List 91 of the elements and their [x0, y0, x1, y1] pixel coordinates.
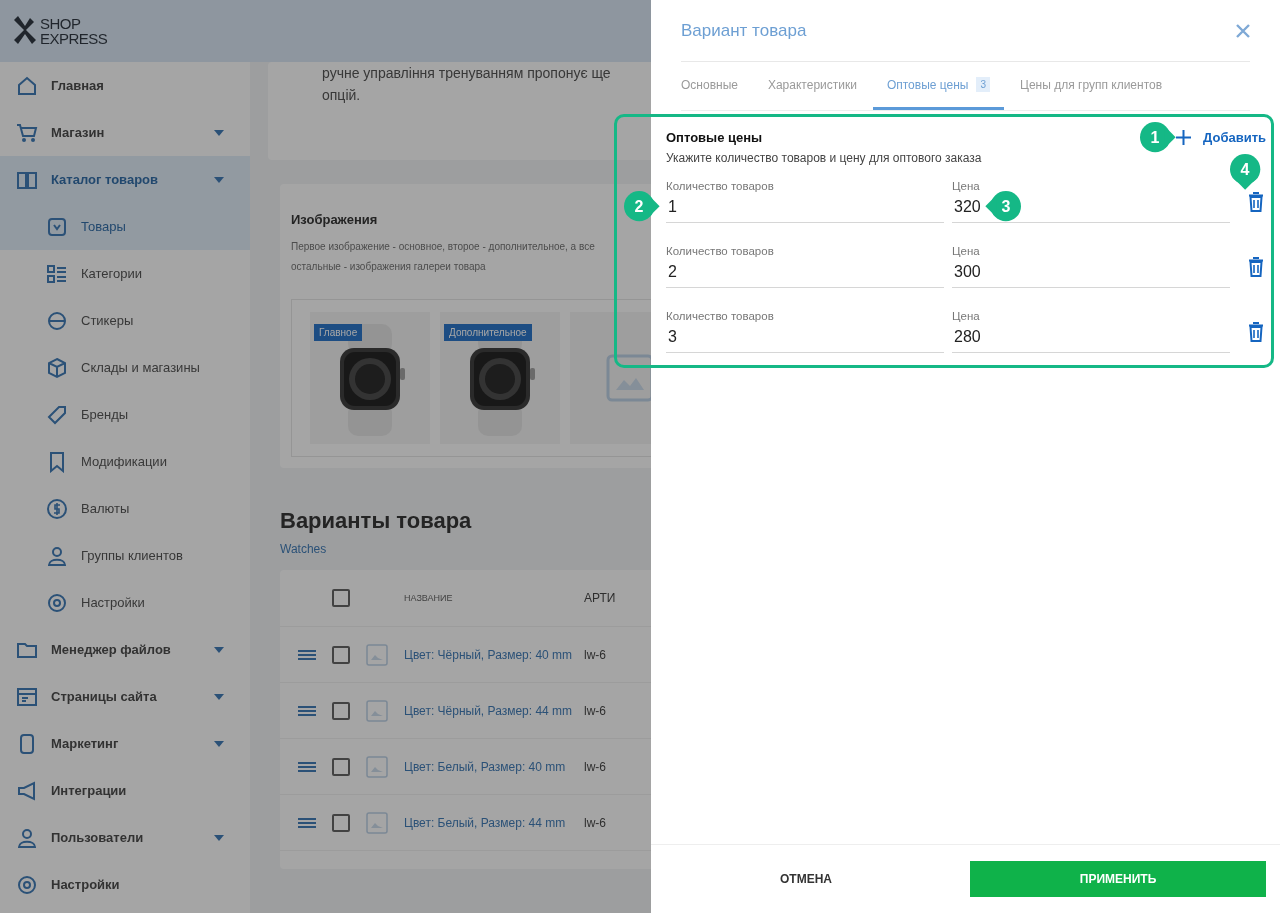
sidebar-subitem[interactable]: Группы клиентов — [0, 532, 250, 579]
image-placeholder-icon — [366, 699, 388, 722]
page-heading: Варианты товара — [280, 508, 473, 534]
user-icon — [16, 826, 38, 849]
sidebar-subitem[interactable]: Валюты — [0, 485, 250, 532]
checkbox[interactable] — [332, 589, 350, 607]
price-field[interactable]: Цена 300 — [952, 245, 1230, 288]
megaphone-icon — [16, 779, 38, 802]
tab[interactable]: Характеристики — [753, 62, 871, 110]
image-badge: Главное — [314, 324, 363, 341]
cart-icon — [16, 121, 38, 144]
sidebar-item[interactable]: Страницы сайта — [0, 673, 250, 720]
table-cell: lw-6 — [584, 647, 606, 662]
quantity-field[interactable]: Количество товаров 1 — [666, 180, 944, 223]
tab[interactable]: Основные — [681, 62, 752, 110]
logo-text: SHOP — [40, 16, 82, 31]
sidebar-item[interactable]: Каталог товаров — [0, 156, 250, 203]
section-title: Оптовые цены — [666, 129, 763, 145]
apply-button[interactable]: ПРИМЕНИТЬ — [970, 861, 1266, 897]
image-badge: Дополнительное — [444, 324, 532, 341]
image-placeholder-icon — [606, 354, 651, 402]
section-description: Укажите количество товаров и цену для оптового заказа — [666, 151, 983, 165]
sidebar-subitem[interactable]: Стикеры — [0, 297, 250, 344]
close-icon[interactable] — [1236, 23, 1250, 38]
logo-icon — [12, 16, 38, 46]
drag-handle-icon[interactable] — [298, 705, 316, 716]
sidebar-item[interactable]: Маркетинг — [0, 720, 250, 767]
thumbnail[interactable]: Дополнительное — [440, 312, 560, 444]
variant-link[interactable]: Цвет: Белый, Размер: 40 mm — [404, 759, 584, 774]
sidebar-subitem[interactable]: Товары — [0, 203, 250, 250]
tab[interactable]: Оптовые цены 3 — [872, 62, 1005, 110]
sidebar-item[interactable]: Настройки — [0, 861, 250, 908]
description-text: ручне управління тренуванням пропонує ще — [322, 64, 612, 83]
sidebar-item[interactable]: Менеджер файлов — [0, 626, 250, 673]
layout-icon — [16, 685, 38, 708]
column-header: НАЗВАНИЕ — [404, 593, 454, 603]
table-cell: lw-6 — [584, 815, 606, 830]
checkbox[interactable] — [332, 757, 350, 776]
sidebar-item[interactable]: Пользователи — [0, 814, 250, 861]
variant-link[interactable]: Цвет: Белый, Размер: 44 mm — [404, 815, 584, 830]
description-text: Первое изображение - основное, второе - дополнительное, а все — [291, 240, 596, 254]
delete-icon[interactable] — [1248, 321, 1264, 342]
tab[interactable]: Цены для групп клиентов — [1006, 62, 1177, 110]
count-badge: 3 — [976, 77, 991, 92]
breadcrumb-link[interactable]: Watches — [280, 542, 651, 556]
quantity-field[interactable]: Количество товаров 2 — [666, 245, 944, 288]
pie-icon — [46, 309, 68, 332]
section-title: Изображения — [291, 212, 379, 227]
sidebar-subitem[interactable]: Бренды — [0, 391, 250, 438]
settings-icon — [46, 591, 68, 614]
variant-link[interactable]: Цвет: Чёрный, Размер: 40 mm — [404, 647, 584, 662]
checkbox[interactable] — [332, 813, 350, 832]
sidebar-item[interactable]: Интеграции — [0, 767, 250, 814]
checkbox[interactable] — [332, 701, 350, 720]
tag-icon — [46, 403, 68, 426]
dialog-title: Вариант товара — [681, 20, 807, 41]
plus-icon — [1176, 129, 1192, 145]
checkbox[interactable] — [332, 645, 350, 664]
settings-icon — [16, 873, 38, 896]
add-button[interactable]: Добавить — [1176, 129, 1266, 145]
price-field[interactable]: Цена 280 — [952, 310, 1230, 353]
cube-icon — [46, 356, 68, 379]
drag-handle-icon[interactable] — [298, 817, 316, 828]
logo-text: EXPRESS — [40, 31, 108, 46]
sidebar-subitem[interactable]: Настройки — [0, 579, 250, 626]
cancel-button[interactable]: ОТМЕНА — [651, 861, 961, 897]
description-text: опцій. — [322, 86, 362, 105]
delete-icon[interactable] — [1248, 191, 1264, 212]
sidebar-subitem[interactable]: Модификации — [0, 438, 250, 485]
description-text: остальные - изображения галереи товара — [291, 260, 487, 274]
sidebar-item[interactable]: Главная — [0, 62, 250, 109]
box-icon — [46, 215, 68, 238]
image-placeholder-icon — [366, 811, 388, 834]
home-icon — [16, 74, 38, 97]
column-header: АРТИ — [584, 591, 616, 605]
sidebar-subitem[interactable]: Категории — [0, 250, 250, 297]
sidebar-subitem[interactable]: Склады и магазины — [0, 344, 250, 391]
image-placeholder-icon — [366, 755, 388, 778]
image-placeholder-icon — [366, 643, 388, 666]
variant-link[interactable]: Цвет: Чёрный, Размер: 44 mm — [404, 703, 584, 718]
table-cell: lw-6 — [584, 759, 606, 774]
table-cell: lw-6 — [584, 703, 606, 718]
quantity-field[interactable]: Количество товаров 3 — [666, 310, 944, 353]
delete-icon[interactable] — [1248, 256, 1264, 277]
drag-handle-icon[interactable] — [298, 649, 316, 660]
dollar-icon — [46, 497, 68, 520]
list-icon — [46, 262, 68, 285]
thumbnail[interactable]: Главное — [310, 312, 430, 444]
drag-handle-icon[interactable] — [298, 761, 316, 772]
user-icon — [46, 544, 68, 567]
sidebar-item[interactable]: Магазин — [0, 109, 250, 156]
